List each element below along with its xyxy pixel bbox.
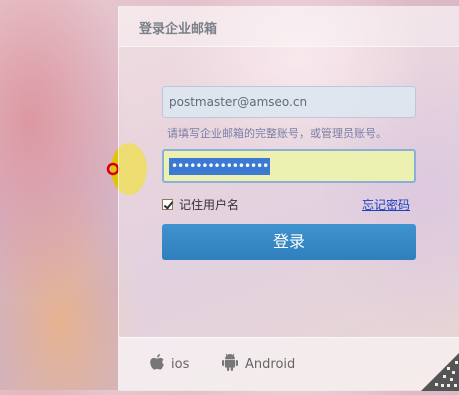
login-button[interactable]: 登录 (162, 224, 416, 260)
ios-app-link[interactable]: ios (149, 352, 189, 376)
password-input[interactable]: •••••••••••••••• (162, 149, 416, 183)
remember-label: 记住用户名 (179, 197, 240, 212)
apple-icon (149, 353, 165, 375)
login-panel: 登录企业邮箱 postmaster@amseo.cn 请填写企业邮箱的完整账号，… (118, 6, 459, 391)
android-icon (221, 352, 239, 376)
android-label: Android (245, 356, 296, 372)
username-hint: 请填写企业邮箱的完整账号，或管理员账号。 (167, 127, 387, 140)
username-input[interactable]: postmaster@amseo.cn (162, 86, 416, 118)
panel-title: 登录企业邮箱 (139, 22, 218, 37)
android-app-link[interactable]: Android (221, 352, 295, 376)
password-selected-text: •••••••••••••••• (169, 158, 271, 175)
qr-code-icon[interactable] (421, 353, 459, 391)
remember-checkbox[interactable] (162, 198, 173, 210)
app-download-footer: ios Android (119, 337, 459, 391)
remember-username[interactable]: 记住用户名 (162, 196, 239, 212)
panel-header: 登录企业邮箱 (119, 6, 459, 47)
forgot-password-link[interactable]: 忘记密码 (362, 196, 410, 213)
ios-label: ios (171, 356, 190, 372)
